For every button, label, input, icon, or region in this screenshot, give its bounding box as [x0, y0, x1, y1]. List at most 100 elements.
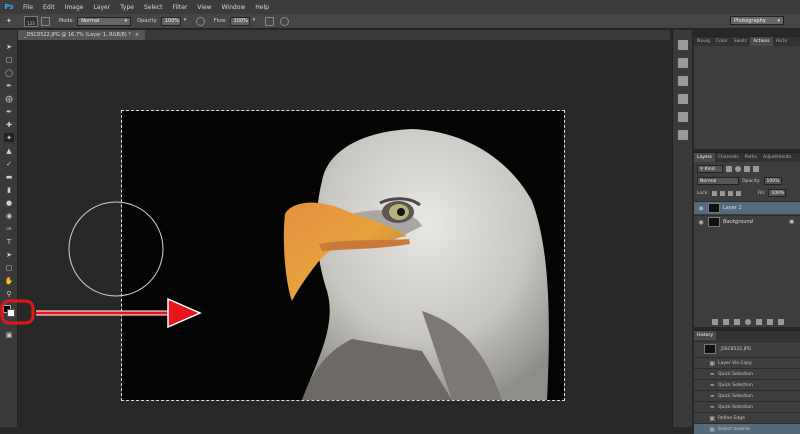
brush-panel-icon[interactable]	[678, 94, 688, 104]
menu-file[interactable]: File	[18, 4, 38, 11]
tab-histogram[interactable]: Histo	[773, 37, 791, 46]
menu-help[interactable]: Help	[250, 4, 274, 11]
shape-tool-icon[interactable]: ▢	[4, 263, 14, 272]
history-step-label: Quick Selection	[718, 382, 753, 388]
brush-tool-icon[interactable]: ✦	[6, 17, 12, 25]
lasso-tool-icon[interactable]: ◯	[4, 68, 14, 77]
properties-panel-icon[interactable]	[678, 58, 688, 68]
flow-dropdown-icon[interactable]: ▾	[253, 17, 259, 26]
pressure-opacity-icon[interactable]	[195, 16, 205, 26]
lock-position-icon[interactable]	[727, 190, 733, 196]
layer-name[interactable]: Layer 1	[723, 205, 742, 211]
history-step[interactable]: ✒ Quick Selection	[694, 401, 800, 412]
move-tool-icon[interactable]: ➤	[4, 42, 14, 51]
visibility-eye-icon[interactable]: ◉	[694, 219, 708, 226]
healing-brush-tool-icon[interactable]: ✚	[4, 120, 14, 129]
shape-filter-icon[interactable]	[753, 166, 759, 172]
tab-color[interactable]: Color	[713, 37, 731, 46]
tab-actions[interactable]: Actions	[750, 37, 773, 46]
color-swatches[interactable]	[3, 305, 15, 317]
clone-stamp-tool-icon[interactable]: ▲	[4, 146, 14, 155]
lock-pixels-icon[interactable]	[711, 190, 717, 196]
flow-field[interactable]: 100%	[229, 16, 250, 26]
hand-tool-icon[interactable]: ✋	[4, 276, 14, 285]
history-step[interactable]: ✒ Quick Selection	[694, 379, 800, 390]
close-icon[interactable]: ×	[135, 32, 139, 38]
document-tab[interactable]: _DSC8522.JPG @ 16.7% (Layer 1, RGB/8) * ×	[18, 30, 146, 40]
marquee-tool-icon[interactable]: □	[4, 55, 14, 64]
new-group-icon[interactable]	[756, 319, 762, 325]
document-canvas[interactable]	[121, 110, 565, 401]
type-filter-icon[interactable]	[744, 166, 750, 172]
menu-image[interactable]: Image	[60, 4, 89, 11]
menu-view[interactable]: View	[192, 4, 216, 11]
layer-opacity-field[interactable]: 100%	[763, 177, 782, 185]
opacity-dropdown-icon[interactable]: ▾	[184, 17, 190, 26]
menu-select[interactable]: Select	[139, 4, 168, 11]
gradient-tool-icon[interactable]: ▮	[4, 185, 14, 194]
history-step[interactable]: ✒ Quick Selection	[694, 390, 800, 401]
add-mask-icon[interactable]	[734, 319, 740, 325]
history-step[interactable]: ▣ Select Inverse	[694, 423, 800, 434]
menu-edit[interactable]: Edit	[38, 4, 60, 11]
workspace-select[interactable]: Photography ▾	[730, 16, 784, 25]
eyedropper-tool-icon[interactable]: ✒	[4, 107, 14, 116]
history-step[interactable]: ▣ Layer Via Copy	[694, 357, 800, 368]
history-brush-tool-icon[interactable]: ✓	[4, 159, 14, 168]
path-selection-tool-icon[interactable]: ➤	[4, 250, 14, 259]
menu-filter[interactable]: Filter	[168, 4, 193, 11]
tab-layers[interactable]: Layers	[694, 153, 715, 162]
brush-preset-picker[interactable]: 123	[23, 15, 38, 27]
mode-value: Normal	[81, 18, 100, 24]
lock-all-icon[interactable]	[735, 190, 741, 196]
crop-tool-icon[interactable]: ⨁	[4, 94, 14, 103]
link-layers-icon[interactable]	[712, 319, 718, 325]
brush-panel-icon[interactable]	[40, 16, 50, 26]
history-step[interactable]: ▣ Refine Edge	[694, 412, 800, 423]
info-panel-icon[interactable]	[678, 76, 688, 86]
adjustment-filter-icon[interactable]	[735, 166, 741, 172]
visibility-eye-icon[interactable]: ◉	[694, 205, 708, 212]
menu-window[interactable]: Window	[217, 4, 251, 11]
eraser-tool-icon[interactable]: ▬	[4, 172, 14, 181]
tab-navigator[interactable]: Navig	[694, 37, 713, 46]
tab-swatches[interactable]: Swatc	[731, 37, 751, 46]
brush-tool-icon[interactable]: ✦	[4, 133, 14, 142]
fill-field[interactable]: 100%	[768, 189, 787, 197]
quick-mask-icon[interactable]: ▣	[4, 330, 14, 339]
new-layer-icon[interactable]	[767, 319, 773, 325]
history-panel-icon[interactable]	[678, 40, 688, 50]
blur-tool-icon[interactable]: ●	[4, 198, 14, 207]
type-tool-icon[interactable]: T	[4, 237, 14, 246]
layer-style-icon[interactable]	[723, 319, 729, 325]
mode-select[interactable]: Normal ▾	[77, 16, 132, 26]
menu-layer[interactable]: Layer	[88, 4, 115, 11]
lock-image-icon[interactable]	[719, 190, 725, 196]
character-panel-icon[interactable]	[678, 112, 688, 122]
blend-mode-select[interactable]: Normal	[697, 177, 739, 185]
opacity-value: 100%	[164, 18, 180, 24]
history-snapshot[interactable]: _DSC8522.JPG	[694, 341, 800, 356]
pen-tool-icon[interactable]: ✑	[4, 224, 14, 233]
background-color-swatch[interactable]	[7, 309, 15, 317]
adjustment-layer-icon[interactable]	[745, 319, 751, 325]
tab-adjustments[interactable]: Adjustments	[760, 153, 794, 162]
zoom-tool-icon[interactable]: ⚲	[4, 289, 14, 298]
layer-name[interactable]: Background	[723, 219, 753, 225]
layer-row[interactable]: ◉ Background ▣	[694, 215, 800, 228]
history-step[interactable]: ✒ Quick Selection	[694, 368, 800, 379]
tab-channels[interactable]: Channels	[715, 153, 742, 162]
tab-paths[interactable]: Paths	[742, 153, 760, 162]
pixel-filter-icon[interactable]	[726, 166, 732, 172]
menu-type[interactable]: Type	[115, 4, 139, 11]
quick-selection-tool-icon[interactable]: ✒	[4, 81, 14, 90]
pressure-size-icon[interactable]	[279, 16, 289, 26]
airbrush-icon[interactable]	[264, 16, 274, 26]
layer-row[interactable]: ◉ Layer 1	[694, 201, 800, 214]
trash-icon[interactable]	[778, 319, 784, 325]
opacity-field[interactable]: 100%	[160, 16, 181, 26]
dodge-tool-icon[interactable]: ◉	[4, 211, 14, 220]
paragraph-panel-icon[interactable]	[678, 130, 688, 140]
layer-kind-select[interactable]: ⚲ Kind	[697, 165, 723, 173]
tab-history[interactable]: History	[694, 331, 717, 340]
